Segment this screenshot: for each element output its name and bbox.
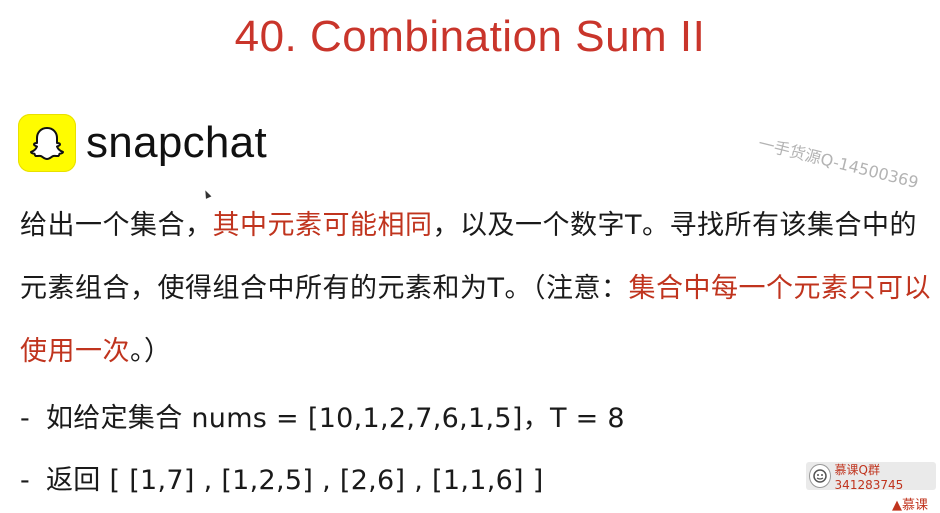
brand-row: snapchat <box>18 114 267 172</box>
description-part: 。） <box>130 336 172 367</box>
badge-text: 慕课Q群341283745 <box>834 462 904 492</box>
brand-name: snapchat <box>86 118 267 167</box>
watermark-text: 一手货源Q-14500369 <box>756 133 921 193</box>
description-part: 给出一个集合， <box>20 210 213 241</box>
bullet-dash: - <box>20 403 31 434</box>
group-badge: 慕课Q群341283745 <box>806 462 936 492</box>
example-input-text: 如给定集合 nums = [10,1,2,7,6,1,5]，T = 8 <box>46 403 625 434</box>
description-highlight: 其中元素可能相同 <box>212 210 433 241</box>
slide-title: 40. Combination Sum II <box>234 12 706 61</box>
bullet-dash: - <box>20 465 31 496</box>
snapchat-ghost-icon <box>18 114 76 172</box>
problem-description: 给出一个集合，其中元素可能相同，以及一个数字T。寻找所有该集合中的元素组合，使得… <box>20 194 935 383</box>
example-input: - 如给定集合 nums = [10,1,2,7,6,1,5]，T = 8 <box>20 396 625 435</box>
example-output: - 返回 [ [1,7] , [1,2,5] , [2,6] , [1,1,6] … <box>20 458 544 497</box>
example-output-text: 返回 [ [1,7] , [1,2,5] , [2,6] , [1,1,6] ] <box>46 465 544 496</box>
mooc-icon <box>809 464 831 488</box>
corner-logo: ▲慕课 <box>892 498 928 513</box>
